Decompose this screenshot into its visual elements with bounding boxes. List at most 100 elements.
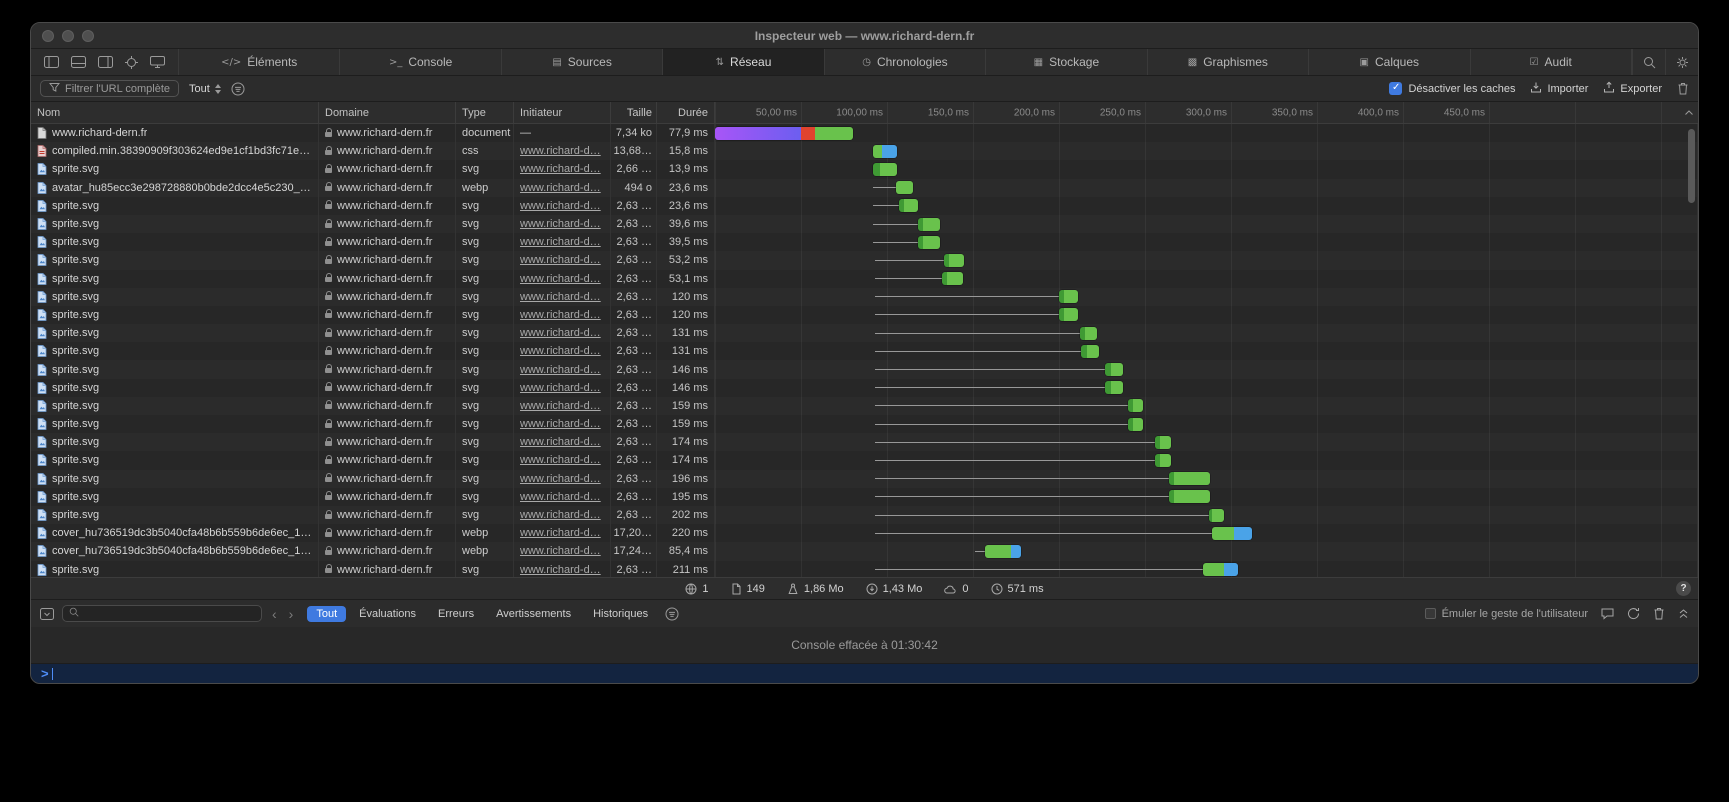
tab-layers[interactable]: ▣Calques <box>1309 49 1470 75</box>
initiator-link[interactable]: www.richard-d… <box>520 436 601 448</box>
waterfall-bar[interactable] <box>873 145 897 158</box>
waterfall-bar[interactable] <box>1169 472 1210 485</box>
tab-network[interactable]: ⇅Réseau <box>663 49 824 75</box>
network-request-row[interactable]: sprite.svgwww.richard-dern.frsvgwww.rich… <box>31 342 1698 360</box>
waterfall-bar[interactable] <box>1155 436 1170 449</box>
console-filter-tab-0[interactable]: Tout <box>307 606 346 622</box>
dock-bottom-icon[interactable] <box>71 56 86 68</box>
waterfall-bar[interactable] <box>942 272 963 285</box>
column-header-domain[interactable]: Domaine <box>319 102 456 123</box>
zoom-button[interactable] <box>82 30 94 42</box>
waterfall-bar[interactable] <box>1169 490 1210 503</box>
filter-options-icon[interactable] <box>231 82 245 96</box>
network-request-row[interactable]: sprite.svgwww.richard-dern.frsvgwww.rich… <box>31 379 1698 397</box>
settings-gear-icon[interactable] <box>1665 49 1698 75</box>
network-request-row[interactable]: compiled.min.38390909f303624ed9e1cf1bd3f… <box>31 142 1698 160</box>
network-request-row[interactable]: sprite.svgwww.richard-dern.frsvgwww.rich… <box>31 433 1698 451</box>
export-button[interactable]: Exporter <box>1603 81 1662 96</box>
history-refresh-icon[interactable] <box>1627 607 1640 620</box>
initiator-link[interactable]: www.richard-d… <box>520 309 601 321</box>
column-header-type[interactable]: Type <box>456 102 514 123</box>
console-search-field[interactable] <box>62 605 262 622</box>
device-icon[interactable] <box>150 56 165 68</box>
initiator-link[interactable]: www.richard-d… <box>520 400 601 412</box>
waterfall-bar[interactable] <box>1212 527 1252 540</box>
initiator-link[interactable]: www.richard-d… <box>520 364 601 376</box>
network-request-row[interactable]: sprite.svgwww.richard-dern.frsvgwww.rich… <box>31 324 1698 342</box>
network-request-row[interactable]: sprite.svgwww.richard-dern.frsvgwww.rich… <box>31 306 1698 324</box>
network-request-row[interactable]: sprite.svgwww.richard-dern.frsvgwww.rich… <box>31 451 1698 469</box>
waterfall-bar[interactable] <box>899 199 918 212</box>
waterfall-bar[interactable] <box>1203 563 1237 576</box>
console-filter-tab-4[interactable]: Historiques <box>584 606 657 622</box>
next-result-button[interactable]: › <box>287 607 296 621</box>
console-filter-tab-1[interactable]: Évaluations <box>350 606 425 622</box>
tab-storage[interactable]: ▦Stockage <box>986 49 1147 75</box>
search-icon[interactable] <box>1632 49 1665 75</box>
initiator-link[interactable]: www.richard-d… <box>520 454 601 466</box>
waterfall-bar[interactable] <box>1059 290 1078 303</box>
tab-console[interactable]: >_Console <box>340 49 501 75</box>
waterfall-bar[interactable] <box>944 254 965 267</box>
previous-result-button[interactable]: ‹ <box>270 607 279 621</box>
tab-graphics[interactable]: ▩Graphismes <box>1148 49 1309 75</box>
initiator-link[interactable]: www.richard-d… <box>520 491 601 503</box>
url-filter-field[interactable]: Filtrer l'URL complète <box>40 80 179 97</box>
waterfall-bar[interactable] <box>1080 327 1097 340</box>
element-picker-icon[interactable] <box>125 56 138 69</box>
waterfall-bar[interactable] <box>1128 399 1143 412</box>
disable-caches-checkbox[interactable]: Désactiver les caches <box>1389 82 1515 95</box>
network-request-row[interactable]: sprite.svgwww.richard-dern.frsvgwww.rich… <box>31 288 1698 306</box>
initiator-link[interactable]: www.richard-d… <box>520 509 601 521</box>
waterfall-bar[interactable] <box>1105 381 1122 394</box>
initiator-link[interactable]: www.richard-d… <box>520 163 601 175</box>
initiator-link[interactable]: www.richard-d… <box>520 145 601 157</box>
network-request-row[interactable]: sprite.svgwww.richard-dern.frsvgwww.rich… <box>31 506 1698 524</box>
column-header-init[interactable]: Initiateur <box>514 102 611 123</box>
initiator-link[interactable]: www.richard-d… <box>520 236 601 248</box>
tab-sources[interactable]: ▤Sources <box>502 49 663 75</box>
network-request-row[interactable]: sprite.svgwww.richard-dern.frsvgwww.rich… <box>31 270 1698 288</box>
waterfall-bar[interactable] <box>1081 345 1098 358</box>
initiator-link[interactable]: www.richard-d… <box>520 200 601 212</box>
waterfall-bar[interactable] <box>873 163 897 176</box>
waterfall-bar[interactable] <box>1155 454 1170 467</box>
console-filter-tab-3[interactable]: Avertissements <box>487 606 580 622</box>
help-button[interactable]: ? <box>1676 581 1691 596</box>
initiator-link[interactable]: www.richard-d… <box>520 182 601 194</box>
network-request-row[interactable]: sprite.svgwww.richard-dern.frsvgwww.rich… <box>31 215 1698 233</box>
tab-elements[interactable]: </>Éléments <box>179 49 340 75</box>
console-drawer-icon[interactable] <box>1601 608 1614 620</box>
network-request-row[interactable]: cover_hu736519dc3b5040cfa48b6b559b6de6ec… <box>31 542 1698 560</box>
resource-type-dropdown[interactable]: Tout <box>189 83 221 95</box>
console-filter-options-icon[interactable] <box>665 607 679 621</box>
network-request-row[interactable]: sprite.svgwww.richard-dern.frsvgwww.rich… <box>31 561 1698 578</box>
network-request-row[interactable]: cover_hu736519dc3b5040cfa48b6b559b6de6ec… <box>31 524 1698 542</box>
scrollbar-thumb[interactable] <box>1688 129 1695 203</box>
waterfall-bar[interactable] <box>985 545 1021 558</box>
column-header-name[interactable]: Nom <box>31 102 319 123</box>
network-request-row[interactable]: sprite.svgwww.richard-dern.frsvgwww.rich… <box>31 488 1698 506</box>
network-request-row[interactable]: www.richard-dern.frwww.richard-dern.frdo… <box>31 124 1698 142</box>
console-scope-icon[interactable] <box>40 608 54 620</box>
initiator-link[interactable]: www.richard-d… <box>520 345 601 357</box>
close-button[interactable] <box>42 30 54 42</box>
initiator-link[interactable]: www.richard-d… <box>520 382 601 394</box>
initiator-link[interactable]: www.richard-d… <box>520 327 601 339</box>
console-filter-tab-2[interactable]: Erreurs <box>429 606 483 622</box>
clear-network-trash-icon[interactable] <box>1677 82 1689 95</box>
initiator-link[interactable]: www.richard-d… <box>520 564 601 576</box>
initiator-link[interactable]: www.richard-d… <box>520 418 601 430</box>
waterfall-bar[interactable] <box>1128 418 1143 431</box>
network-request-row[interactable]: sprite.svgwww.richard-dern.frsvgwww.rich… <box>31 233 1698 251</box>
tab-timelines[interactable]: ◷Chronologies <box>825 49 986 75</box>
initiator-link[interactable]: www.richard-d… <box>520 527 601 539</box>
clear-console-trash-icon[interactable] <box>1653 607 1665 620</box>
network-request-row[interactable]: avatar_hu85ecc3e298728880b0bde2dcc4e5c23… <box>31 179 1698 197</box>
waterfall-bar[interactable] <box>896 181 913 194</box>
initiator-link[interactable]: www.richard-d… <box>520 273 601 285</box>
console-prompt[interactable]: > <box>31 663 1698 683</box>
initiator-link[interactable]: www.richard-d… <box>520 473 601 485</box>
waterfall-bar[interactable] <box>918 218 940 231</box>
waterfall-bar[interactable] <box>1209 509 1224 522</box>
